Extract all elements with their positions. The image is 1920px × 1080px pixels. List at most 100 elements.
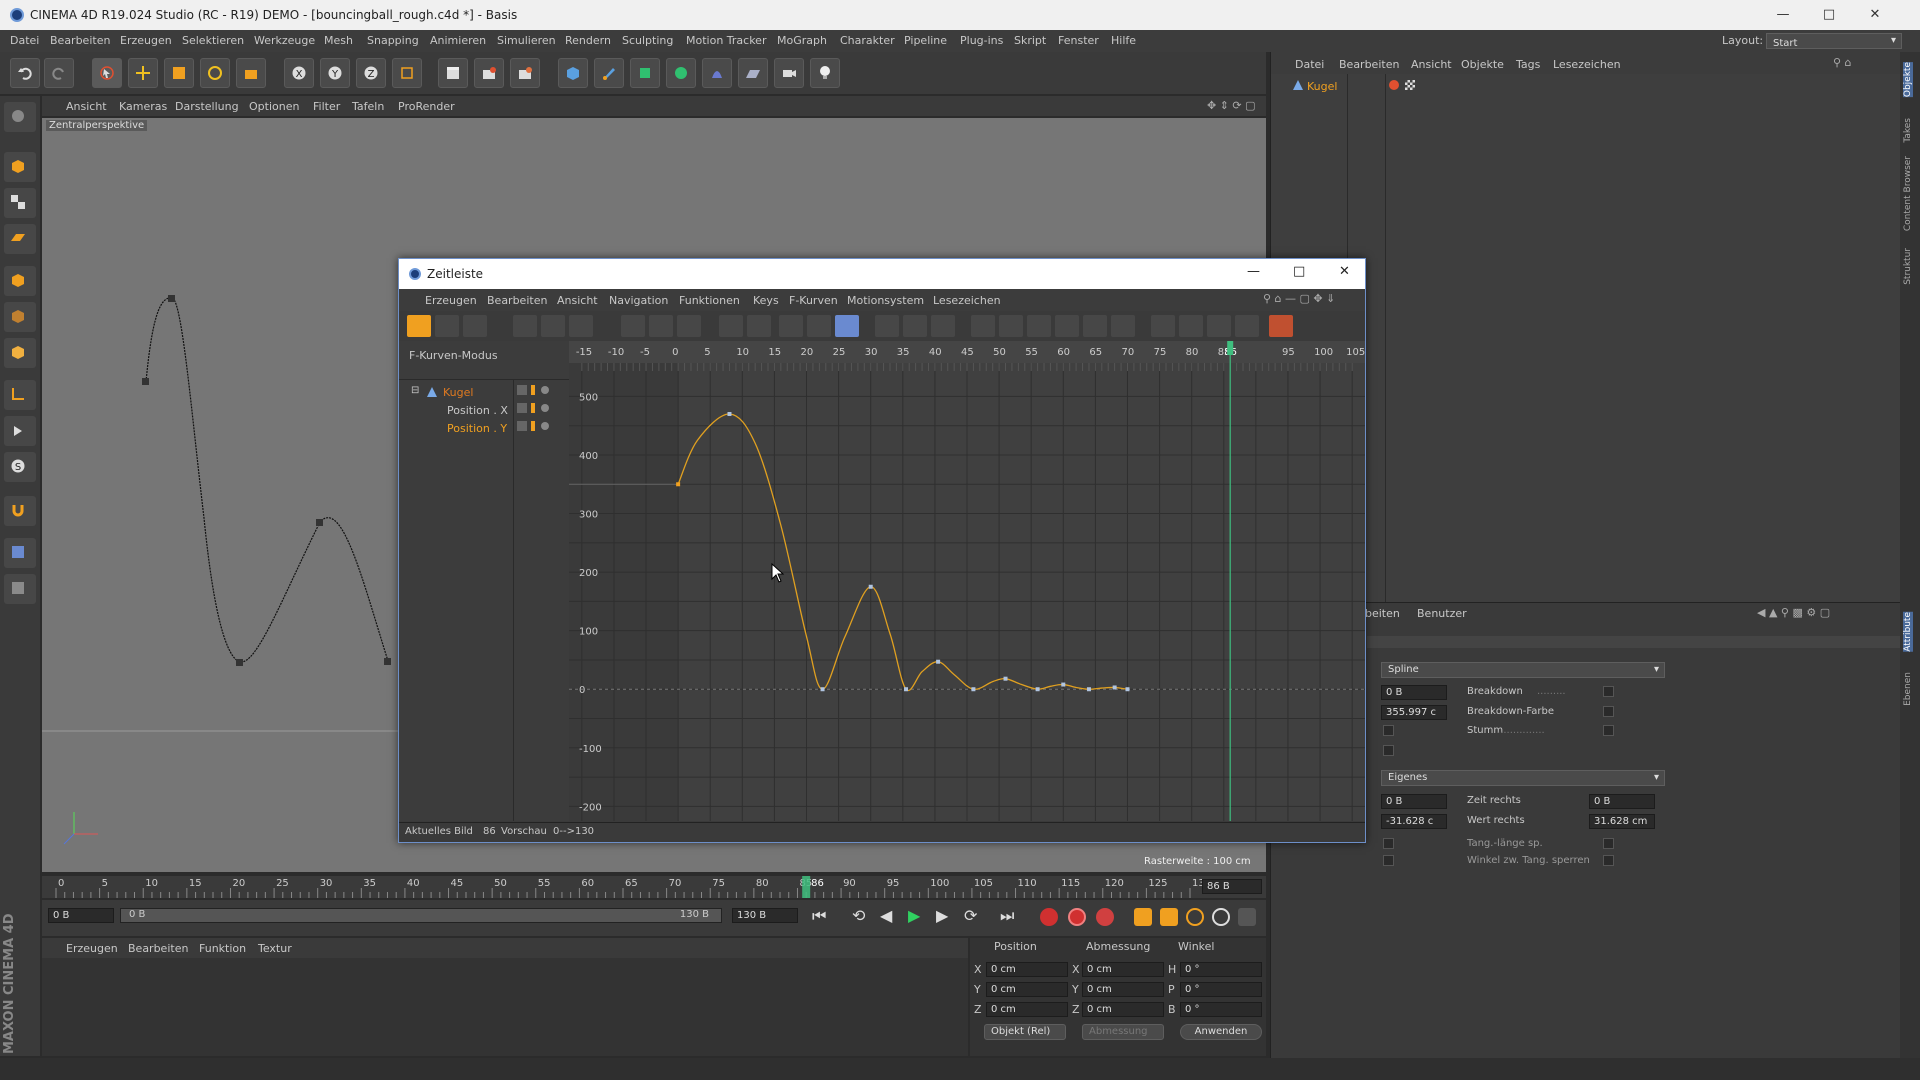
menu-hilfe[interactable]: Hilfe	[1111, 34, 1136, 47]
magnet-button[interactable]	[4, 496, 36, 526]
lock-button-2[interactable]	[1179, 315, 1203, 337]
om-menu-lesezeichen[interactable]: Lesezeichen	[1553, 58, 1621, 71]
undo-button[interactable]	[10, 58, 40, 88]
vp-menu-kameras[interactable]: Kameras	[119, 100, 167, 113]
menu-mograph[interactable]: MoGraph	[777, 34, 827, 47]
camera-button[interactable]	[774, 58, 804, 88]
track-mute-icon[interactable]	[541, 386, 549, 394]
size-y-field[interactable]: 0 cm	[1082, 982, 1164, 997]
vp-menu-prorender[interactable]: ProRender	[398, 100, 455, 113]
tl-menu-keys[interactable]: Keys	[753, 294, 779, 307]
tangent-button-4[interactable]	[1055, 315, 1079, 337]
am-menu-benutzer[interactable]: Benutzer	[1417, 607, 1467, 620]
menu-motion-tracker[interactable]: Motion Tracker	[686, 34, 766, 47]
track-mute-icon[interactable]	[541, 422, 549, 430]
record-rotation-icon[interactable]	[1186, 908, 1204, 926]
cloner-button[interactable]	[666, 58, 696, 88]
coordinate-mode-dropdown[interactable]: Objekt (Rel)	[984, 1024, 1066, 1040]
fcurve-graph[interactable]: -15 -10 -5 0 5 10 15 20 25 30 35 40 45 50 55 60 65 70 75 80…	[569, 341, 1365, 821]
zero-key-button[interactable]	[747, 315, 771, 337]
am-nav-icons[interactable]: ◀ ▲ ⚲ ▩ ⚙ ▢	[1757, 606, 1830, 619]
option-checkbox-2[interactable]	[1383, 745, 1394, 756]
lock-button-3[interactable]	[1207, 315, 1231, 337]
pen-button[interactable]	[594, 58, 624, 88]
play-icon[interactable]: ▶	[908, 906, 920, 925]
menu-animieren[interactable]: Animieren	[430, 34, 486, 47]
mute-checkbox[interactable]	[1603, 725, 1614, 736]
key-value-field[interactable]: 355.997 c	[1381, 705, 1447, 720]
vp-menu-tafeln[interactable]: Tafeln	[352, 100, 384, 113]
tangent-lock-checkbox[interactable]	[1603, 855, 1614, 866]
om-menu-objekte[interactable]: Objekte	[1461, 58, 1504, 71]
maximize-button[interactable]: □	[1806, 0, 1852, 30]
tl-menu-funktionen[interactable]: Funktionen	[679, 294, 740, 307]
fcurve-view3-button[interactable]	[569, 315, 593, 337]
vtab-attribute[interactable]: Attribute	[1903, 612, 1913, 652]
dialog-close-button[interactable]: ✕	[1339, 264, 1350, 279]
polygons-mode-button[interactable]	[4, 338, 36, 368]
viewport-nav-icons[interactable]: ✥ ⇕ ⟳ ▢	[1207, 99, 1256, 112]
menu-selektieren[interactable]: Selektieren	[182, 34, 244, 47]
vtab-objekte[interactable]: Objekte	[1903, 62, 1913, 98]
keyframe-selection-icon[interactable]	[1096, 908, 1114, 926]
option-checkbox-3[interactable]	[1383, 838, 1394, 849]
texture-mode-button[interactable]	[4, 188, 36, 218]
menu-mesh[interactable]: Mesh	[324, 34, 353, 47]
menu-simulieren[interactable]: Simulieren	[497, 34, 556, 47]
fcurve-view-button[interactable]	[513, 315, 537, 337]
tl-menu-lesezeichen[interactable]: Lesezeichen	[933, 294, 1001, 307]
floor-button[interactable]	[738, 58, 768, 88]
lock-workplane-button[interactable]	[4, 538, 36, 568]
ease-button[interactable]	[931, 315, 955, 337]
menu-skript[interactable]: Skript	[1014, 34, 1046, 47]
tangent-button-2[interactable]	[999, 315, 1023, 337]
axis-mode-button[interactable]	[4, 380, 36, 410]
object-kugel[interactable]: Kugel	[1307, 80, 1337, 93]
record-position-icon[interactable]	[1134, 908, 1152, 926]
menu-erzeugen[interactable]: Erzeugen	[120, 34, 172, 47]
size-mode-dropdown[interactable]: Abmessung	[1082, 1024, 1164, 1040]
track-mute-icon[interactable]	[541, 404, 549, 412]
dialog-nav-icons[interactable]: ⚲ ⌂ — ▢ ✥ ⇓	[1263, 292, 1335, 305]
lock-button-4[interactable]	[1235, 315, 1259, 337]
ease-in-button[interactable]	[875, 315, 899, 337]
interpolation-dropdown[interactable]: Spline ▾	[1381, 662, 1665, 678]
render-view-button[interactable]	[438, 58, 468, 88]
track-kugel[interactable]: Kugel	[443, 386, 473, 399]
tl-menu-navigation[interactable]: Navigation	[609, 294, 668, 307]
record-points-icon[interactable]	[1238, 908, 1256, 926]
position-x-field[interactable]: 0 cm	[986, 962, 1068, 977]
light-button[interactable]	[810, 58, 840, 88]
delete-key-button[interactable]	[677, 315, 701, 337]
layout-dropdown[interactable]: Start ▾	[1766, 33, 1902, 49]
menu-charakter[interactable]: Charakter	[840, 34, 895, 47]
lock-button-1[interactable]	[1151, 315, 1175, 337]
spline-button[interactable]	[835, 315, 859, 337]
rotation-b-field[interactable]: 0 °	[1180, 1002, 1262, 1017]
vp-menu-filter[interactable]: Filter	[313, 100, 340, 113]
vtab-content-browser[interactable]: Content Browser	[1903, 156, 1913, 231]
collapse-icon[interactable]: ⊟	[411, 385, 419, 396]
mat-menu-erzeugen[interactable]: Erzeugen	[66, 942, 118, 955]
tweak-mode-button[interactable]	[4, 416, 36, 446]
key-time-field[interactable]: 0 B	[1381, 685, 1447, 700]
redo-button[interactable]	[44, 58, 74, 88]
ease-out-button[interactable]	[903, 315, 927, 337]
next-key-icon[interactable]: ⟳	[964, 906, 977, 925]
step-button[interactable]	[807, 315, 831, 337]
value-right-field[interactable]: 31.628 cm	[1589, 814, 1655, 829]
menu-rendern[interactable]: Rendern	[565, 34, 611, 47]
animation-tag-icon[interactable]	[1389, 80, 1399, 90]
subdivision-button[interactable]	[630, 58, 660, 88]
tl-menu-erzeugen[interactable]: Erzeugen	[425, 294, 477, 307]
current-frame-field[interactable]: 86 B	[1202, 879, 1262, 894]
fcurve-view2-button[interactable]	[541, 315, 565, 337]
add-key2-button[interactable]	[649, 315, 673, 337]
planar-workplane-button[interactable]	[4, 574, 36, 604]
size-z-field[interactable]: 0 cm	[1082, 1002, 1164, 1017]
dialog-minimize-button[interactable]: —	[1247, 264, 1260, 279]
render-picture-viewer-button[interactable]	[474, 58, 504, 88]
menu-bearbeiten[interactable]: Bearbeiten	[50, 34, 110, 47]
y-axis-button[interactable]: Y	[320, 58, 350, 88]
edges-mode-button[interactable]	[4, 302, 36, 332]
